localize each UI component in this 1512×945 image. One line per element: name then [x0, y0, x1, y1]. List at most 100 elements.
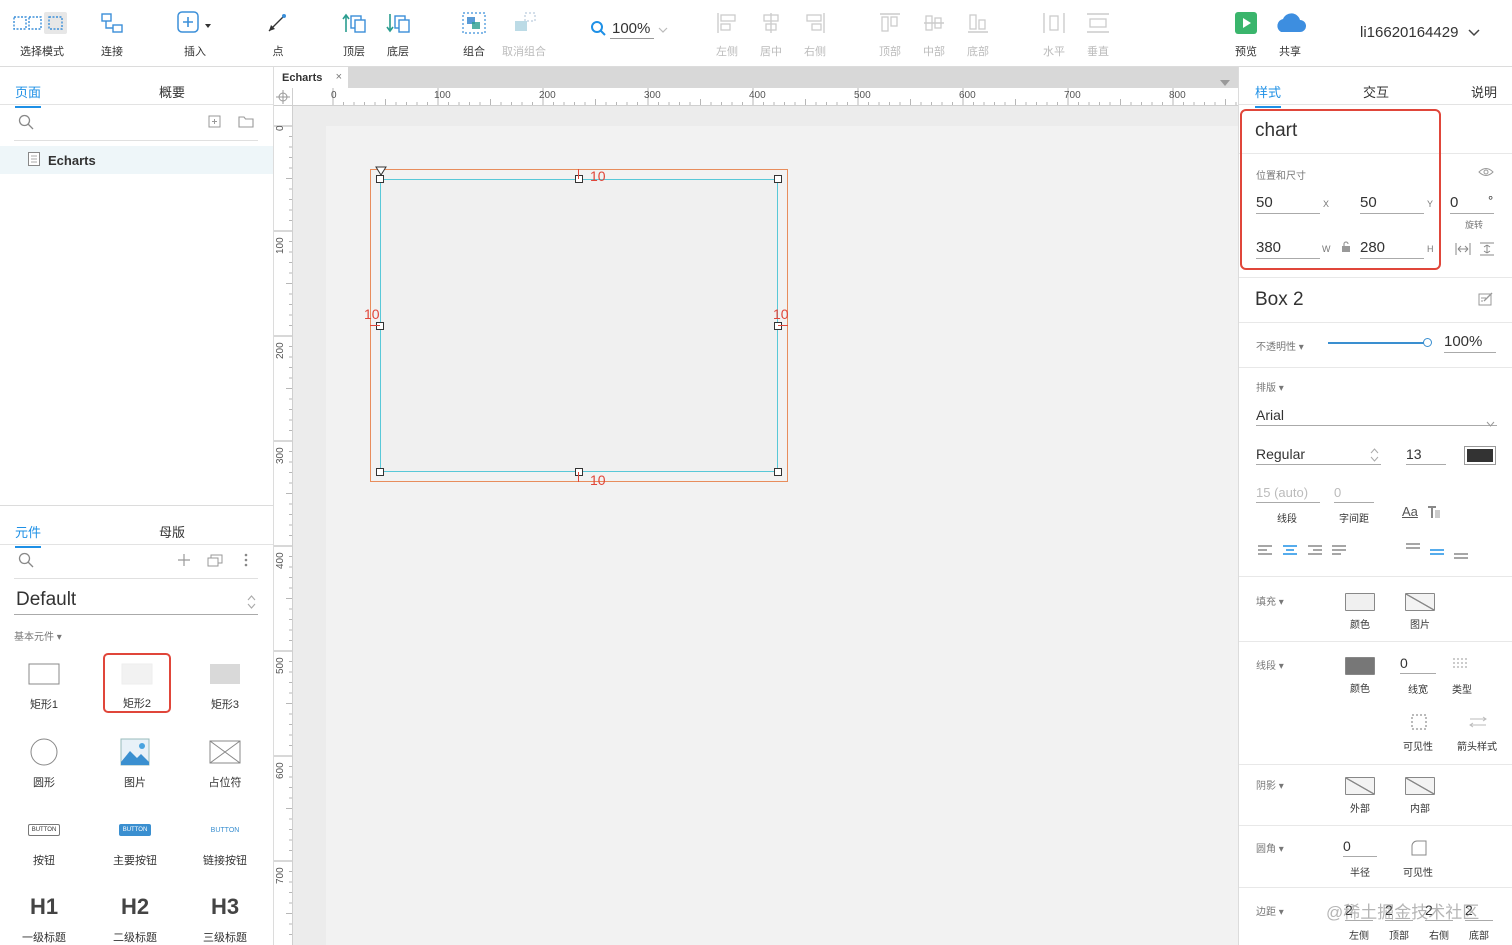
group-button[interactable]: 组合 — [446, 8, 502, 59]
shadow-label[interactable]: 阴影 ▾ — [1256, 777, 1284, 792]
resize-handle-s[interactable] — [575, 468, 583, 476]
fit-width-icon[interactable] — [1455, 242, 1471, 259]
search-icon[interactable] — [18, 552, 34, 571]
tab-dropdown-icon[interactable] — [1220, 75, 1230, 89]
resize-handle-nw[interactable] — [376, 175, 384, 183]
widget-rectangle-3[interactable]: 矩形3 — [190, 654, 260, 716]
search-icon[interactable] — [18, 114, 34, 133]
point-button[interactable]: 点 — [250, 8, 306, 59]
eye-icon[interactable] — [1478, 166, 1494, 181]
resize-handle-se[interactable] — [774, 468, 782, 476]
library-select[interactable]: Default — [14, 589, 258, 615]
text-case-icon[interactable]: Aa — [1402, 504, 1418, 519]
align-right-button[interactable]: 右侧 — [787, 8, 843, 59]
opacity-slider-knob[interactable] — [1423, 338, 1432, 347]
tab-echarts[interactable]: Echarts × — [274, 67, 348, 88]
tab-interactions[interactable]: 交互 — [1363, 82, 1389, 101]
valign-middle-icon[interactable] — [1429, 548, 1445, 562]
widget-primary-button[interactable]: BUTTON 主要按钮 — [100, 810, 170, 872]
tab-widgets[interactable]: 元件 — [15, 522, 42, 548]
connect-button[interactable]: 连接 — [84, 8, 140, 59]
arrow-style-icon[interactable] — [1469, 716, 1487, 731]
tab-masters[interactable]: 母版 — [159, 522, 185, 541]
resize-handle-e[interactable] — [774, 322, 782, 330]
zoom-value[interactable]: 100% — [610, 20, 655, 39]
justify-text-icon[interactable] — [1331, 545, 1347, 560]
resize-handle-n[interactable] — [575, 175, 583, 183]
close-icon[interactable]: × — [336, 71, 342, 83]
fill-color-button[interactable]: 颜色 — [1335, 593, 1385, 631]
border-label[interactable]: 线段 ▾ — [1256, 657, 1284, 672]
resize-handle-sw[interactable] — [376, 468, 384, 476]
padding-label[interactable]: 边距 ▾ — [1256, 903, 1284, 918]
bottom-layer-button[interactable]: 底层 — [370, 8, 426, 59]
typography-label[interactable]: 排版 ▾ — [1256, 379, 1284, 394]
add-library-icon[interactable] — [177, 553, 191, 570]
widget-rectangle-1[interactable]: 矩形1 — [9, 654, 79, 716]
corner-radius-label[interactable]: 圆角 ▾ — [1256, 840, 1284, 855]
share-button[interactable]: 共享 — [1262, 8, 1318, 59]
widget-link-button[interactable]: BUTTON 链接按钮 — [190, 810, 260, 872]
tab-style[interactable]: 样式 — [1255, 82, 1282, 108]
resize-handle-ne[interactable] — [774, 175, 782, 183]
valign-top-icon[interactable] — [1405, 543, 1421, 558]
font-color-swatch[interactable] — [1464, 446, 1496, 465]
add-folder-icon[interactable] — [238, 115, 254, 132]
font-family-select[interactable]: Arial — [1256, 407, 1497, 427]
widget-rectangle-2[interactable]: 矩形2 — [103, 653, 171, 713]
library-copy-icon[interactable] — [207, 554, 223, 570]
ruler-corner[interactable] — [274, 88, 293, 106]
fit-height-icon[interactable] — [1479, 242, 1495, 259]
fill-image-button[interactable]: 图片 — [1395, 593, 1445, 631]
valign-bottom-icon[interactable] — [1453, 551, 1469, 565]
fill-label[interactable]: 填充 ▾ — [1256, 593, 1284, 608]
page-item-echarts[interactable]: Echarts — [0, 146, 273, 174]
widget-heading-1[interactable]: H1 一级标题 — [9, 887, 79, 945]
shadow-inner-button[interactable]: 内部 — [1395, 777, 1445, 815]
style-name[interactable]: Box 2 — [1255, 289, 1304, 311]
opacity-slider-track[interactable] — [1328, 338, 1432, 347]
library-category[interactable]: 基本元件 ▾ — [14, 628, 62, 643]
font-size-input[interactable]: 13 — [1406, 446, 1446, 465]
tab-pages[interactable]: 页面 — [15, 82, 42, 108]
align-center-text-icon[interactable] — [1282, 545, 1298, 560]
font-style-select[interactable]: Regular — [1256, 446, 1381, 465]
rectangle-icon — [121, 655, 153, 693]
opacity-label[interactable]: 不透明性 ▾ — [1256, 338, 1304, 353]
widget-heading-3[interactable]: H3 三级标题 — [190, 887, 260, 945]
rotate-handle-icon[interactable] — [375, 166, 387, 176]
user-menu[interactable]: li16620164429 — [1360, 24, 1480, 41]
resize-handle-w[interactable] — [376, 322, 384, 330]
ungroup-button[interactable]: 取消组合 — [496, 8, 552, 59]
align-bottom-button[interactable]: 底部 — [950, 8, 1006, 59]
letter-spacing-input[interactable]: 0 — [1334, 485, 1374, 503]
text-style-icon[interactable] — [1427, 505, 1441, 522]
border-visibility-icon[interactable] — [1411, 714, 1427, 733]
chart-widget[interactable] — [380, 179, 778, 472]
corner-visibility-icon[interactable] — [1411, 840, 1427, 859]
widget-heading-2[interactable]: H2 二级标题 — [100, 887, 170, 945]
shadow-outer-button[interactable]: 外部 — [1335, 777, 1385, 815]
select-mode-button[interactable]: 选择模式 — [13, 8, 70, 59]
tab-outline[interactable]: 概要 — [159, 82, 185, 101]
edit-style-icon[interactable] — [1478, 292, 1494, 309]
opacity-input[interactable]: 100% — [1444, 333, 1496, 353]
zoom-control[interactable]: 100% — [590, 20, 668, 39]
widget-circle[interactable]: 圆形 — [9, 732, 79, 794]
widget-image[interactable]: 图片 — [100, 732, 170, 794]
distribute-vertical-button[interactable]: 垂直 — [1070, 8, 1126, 59]
align-left-text-icon[interactable] — [1257, 545, 1273, 560]
border-type-icon[interactable] — [1452, 657, 1470, 672]
tab-notes[interactable]: 说明 — [1471, 82, 1497, 101]
more-options-icon[interactable] — [243, 553, 249, 570]
corner-radius-input[interactable]: 0 — [1343, 838, 1377, 857]
align-right-text-icon[interactable] — [1307, 545, 1323, 560]
widget-button[interactable]: BUTTON 按钮 — [9, 810, 79, 872]
widget-placeholder[interactable]: 占位符 — [190, 732, 260, 794]
align-middle-icon — [922, 8, 946, 38]
add-page-icon[interactable] — [208, 115, 222, 132]
border-color-button[interactable]: 颜色 — [1335, 657, 1385, 695]
border-width-input[interactable]: 0 — [1400, 655, 1436, 674]
insert-button[interactable]: 插入 — [167, 8, 223, 59]
line-height-input[interactable]: 15 (auto) — [1256, 485, 1320, 503]
